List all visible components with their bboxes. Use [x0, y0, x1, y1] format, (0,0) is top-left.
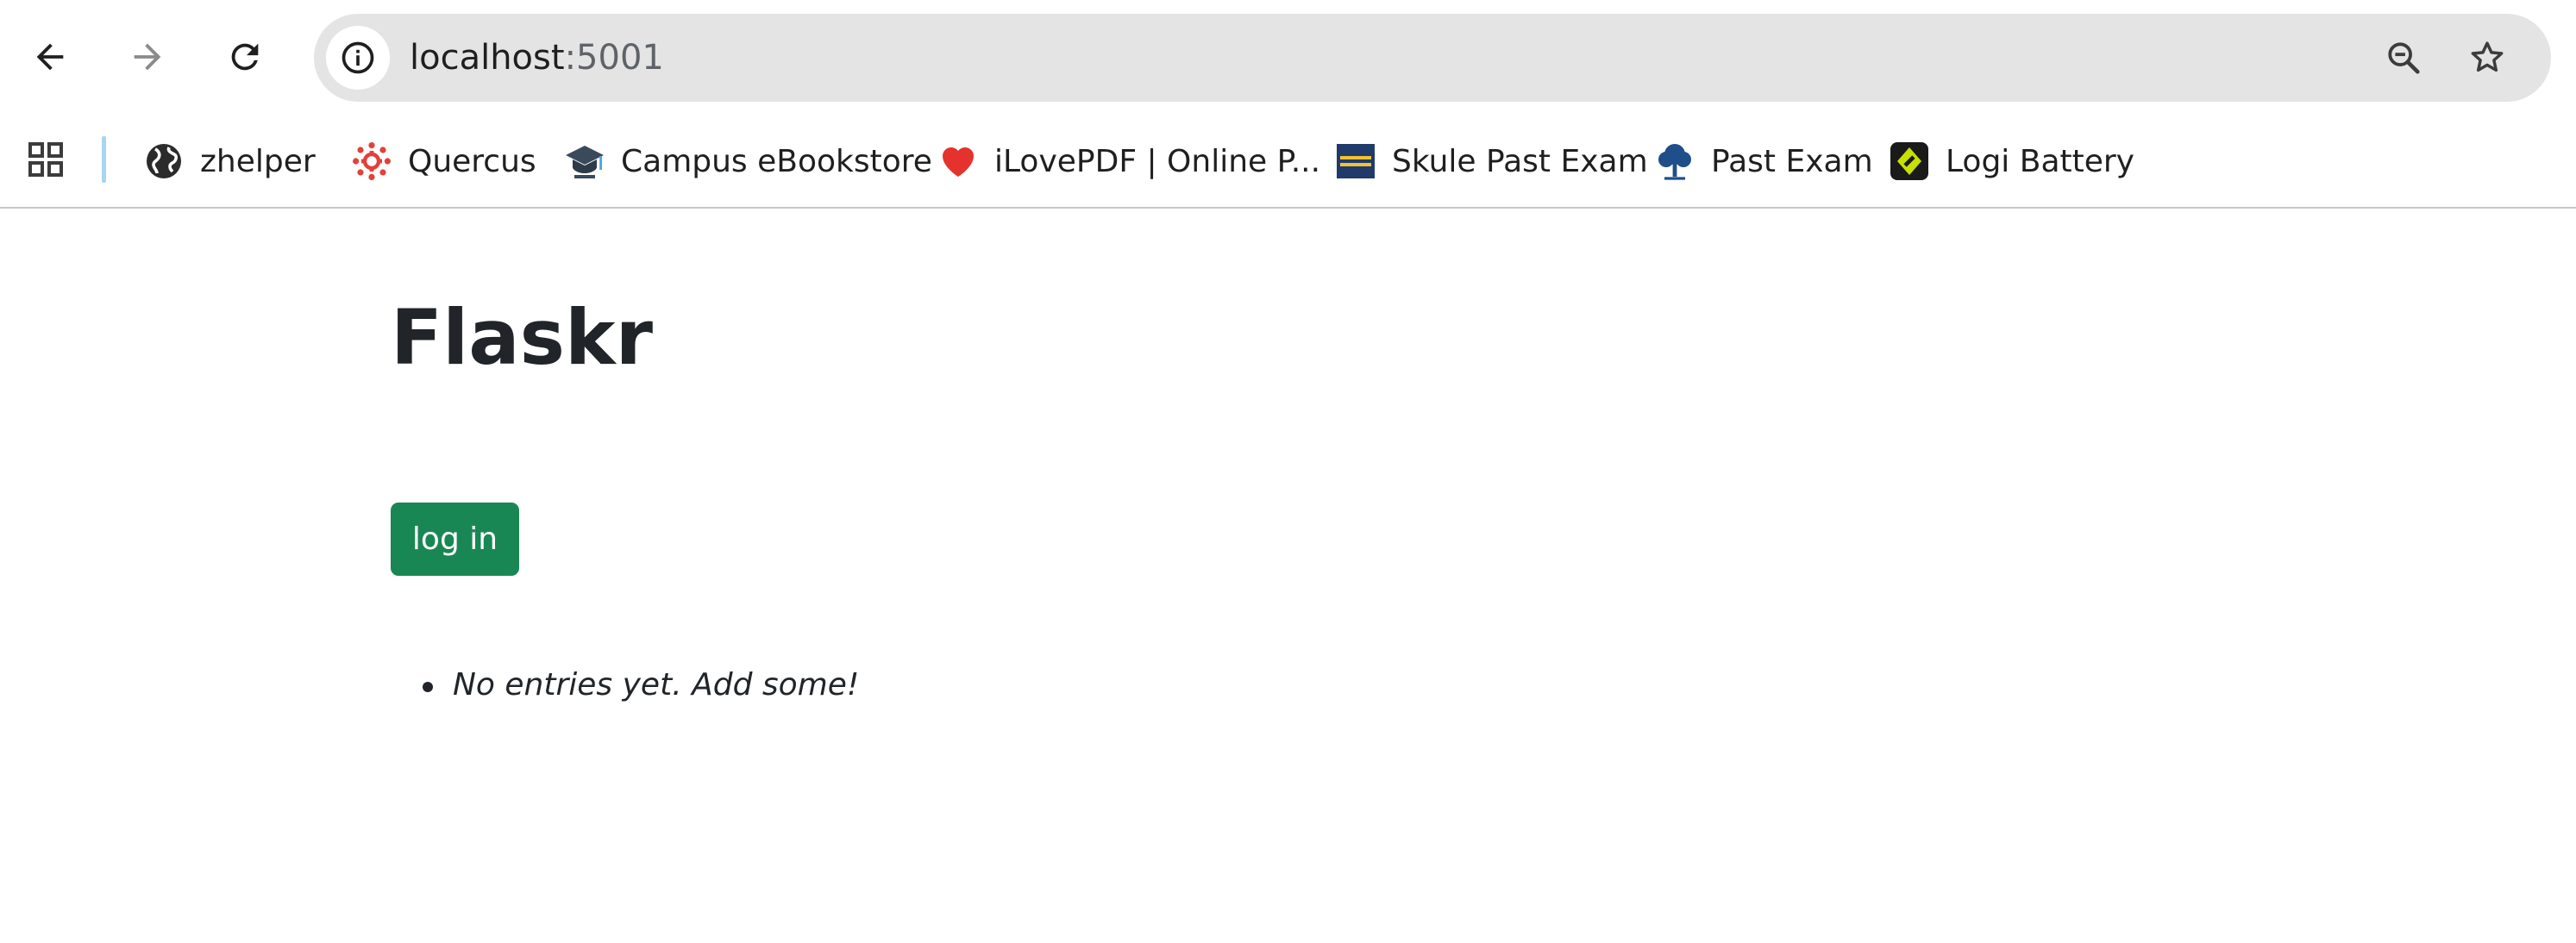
- browser-toolbar: localhost:5001: [0, 0, 2576, 117]
- logi-icon: [1889, 141, 1930, 182]
- info-icon: [342, 41, 374, 74]
- bookmark-campus-ebookstore[interactable]: Campus eBookstore: [564, 128, 932, 195]
- globe-icon: [143, 141, 185, 182]
- back-button[interactable]: [19, 26, 81, 88]
- bookmark-label: zhelper: [200, 143, 316, 179]
- entries-list: No entries yet. Add some!: [423, 667, 859, 703]
- zoom-button[interactable]: [2374, 28, 2433, 87]
- login-button[interactable]: log in: [391, 503, 519, 576]
- address-bar[interactable]: localhost:5001: [314, 14, 2551, 102]
- bookmarks-bar: zhelper Quercus Campus eBookstore iLoveP…: [0, 117, 2576, 207]
- list-item: No entries yet. Add some!: [423, 667, 859, 703]
- quercus-icon: [351, 141, 392, 182]
- heart-icon: [937, 141, 979, 182]
- bookmark-label: iLovePDF | Online P...: [994, 143, 1321, 179]
- bookmark-logi-battery[interactable]: Logi Battery: [1889, 128, 2134, 195]
- reload-icon: [231, 43, 259, 71]
- bookmark-skule-past-exam[interactable]: Skule Past Exam: [1335, 128, 1648, 195]
- bookmark-label: Logi Battery: [1946, 143, 2134, 179]
- url-port: :5001: [564, 38, 664, 78]
- url-text[interactable]: localhost:5001: [410, 14, 664, 102]
- browser-chrome: localhost:5001 zhelper Quercus Campus eB…: [0, 0, 2576, 209]
- arrow-left-icon: [36, 43, 64, 71]
- bookmark-star-button[interactable]: [2458, 28, 2516, 87]
- bullet-marker: [423, 682, 433, 692]
- graduation-cap-icon: [564, 141, 605, 182]
- bookmark-label: Skule Past Exam: [1392, 143, 1648, 179]
- forward-button[interactable]: [116, 26, 179, 88]
- page-title: Flaskr: [391, 293, 653, 382]
- url-host: localhost: [410, 38, 565, 78]
- bookmark-label: Past Exam: [1711, 143, 1873, 179]
- tree-icon: [1654, 141, 1695, 182]
- star-icon: [2471, 41, 2504, 72]
- bookmark-quercus[interactable]: Quercus: [351, 128, 536, 195]
- bookmark-past-exam[interactable]: Past Exam: [1654, 128, 1873, 195]
- bookmark-label: Campus eBookstore: [621, 143, 932, 179]
- bookmarks-separator: [102, 136, 106, 183]
- empty-entries-message: No entries yet. Add some!: [453, 667, 860, 703]
- arrow-right-icon: [134, 43, 161, 71]
- page-content: Flaskr log in No entries yet. Add some!: [0, 209, 2576, 943]
- zoom-out-icon: [2388, 42, 2420, 74]
- site-info-button[interactable]: [326, 26, 390, 90]
- apps-button[interactable]: [19, 133, 72, 186]
- skule-icon: [1335, 141, 1376, 182]
- reload-button[interactable]: [214, 26, 276, 88]
- apps-grid-icon: [28, 142, 63, 177]
- bookmark-label: Quercus: [408, 143, 536, 179]
- bookmark-zhelper[interactable]: zhelper: [143, 128, 316, 195]
- bookmark-ilovepdf[interactable]: iLovePDF | Online P...: [937, 128, 1320, 195]
